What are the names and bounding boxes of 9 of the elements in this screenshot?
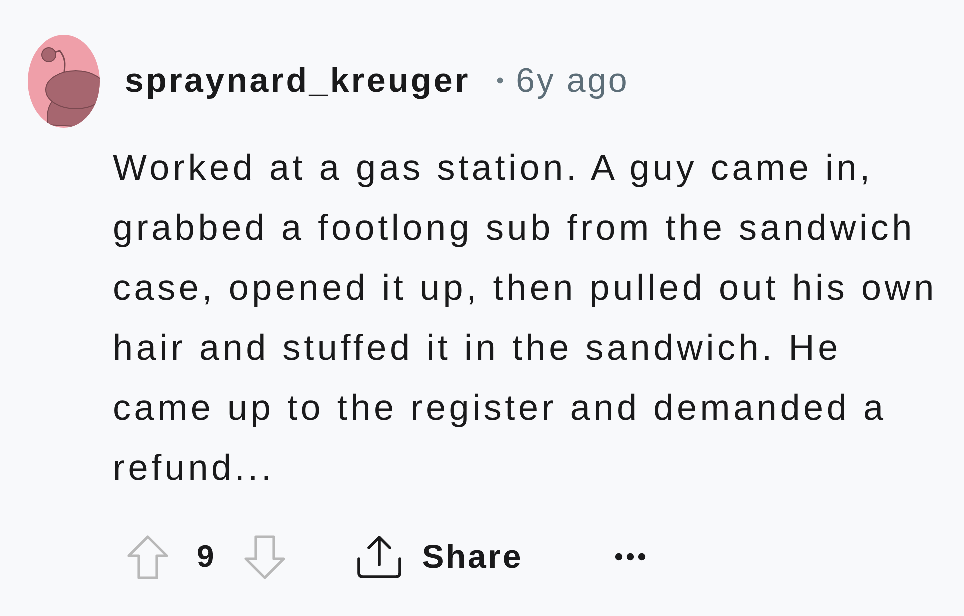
username-link[interactable]: spraynard_kreuger (125, 56, 470, 107)
more-options-icon[interactable] (614, 553, 646, 561)
share-icon (357, 535, 402, 579)
share-button[interactable]: Share (357, 532, 523, 582)
vote-score-text: 9 (197, 538, 214, 576)
separator-dot: • (496, 67, 504, 95)
timestamp-text: 6y ago (516, 61, 630, 102)
avatar-icon[interactable] (28, 35, 100, 128)
comment-body-text: Worked at a gas station. A guy came in, grabbed a footlong sub from the sandwich case, opened it up, then pulled out his own hair and stuffed it in the sandwich. He came up to the register and demanded a refund... (113, 146, 938, 490)
